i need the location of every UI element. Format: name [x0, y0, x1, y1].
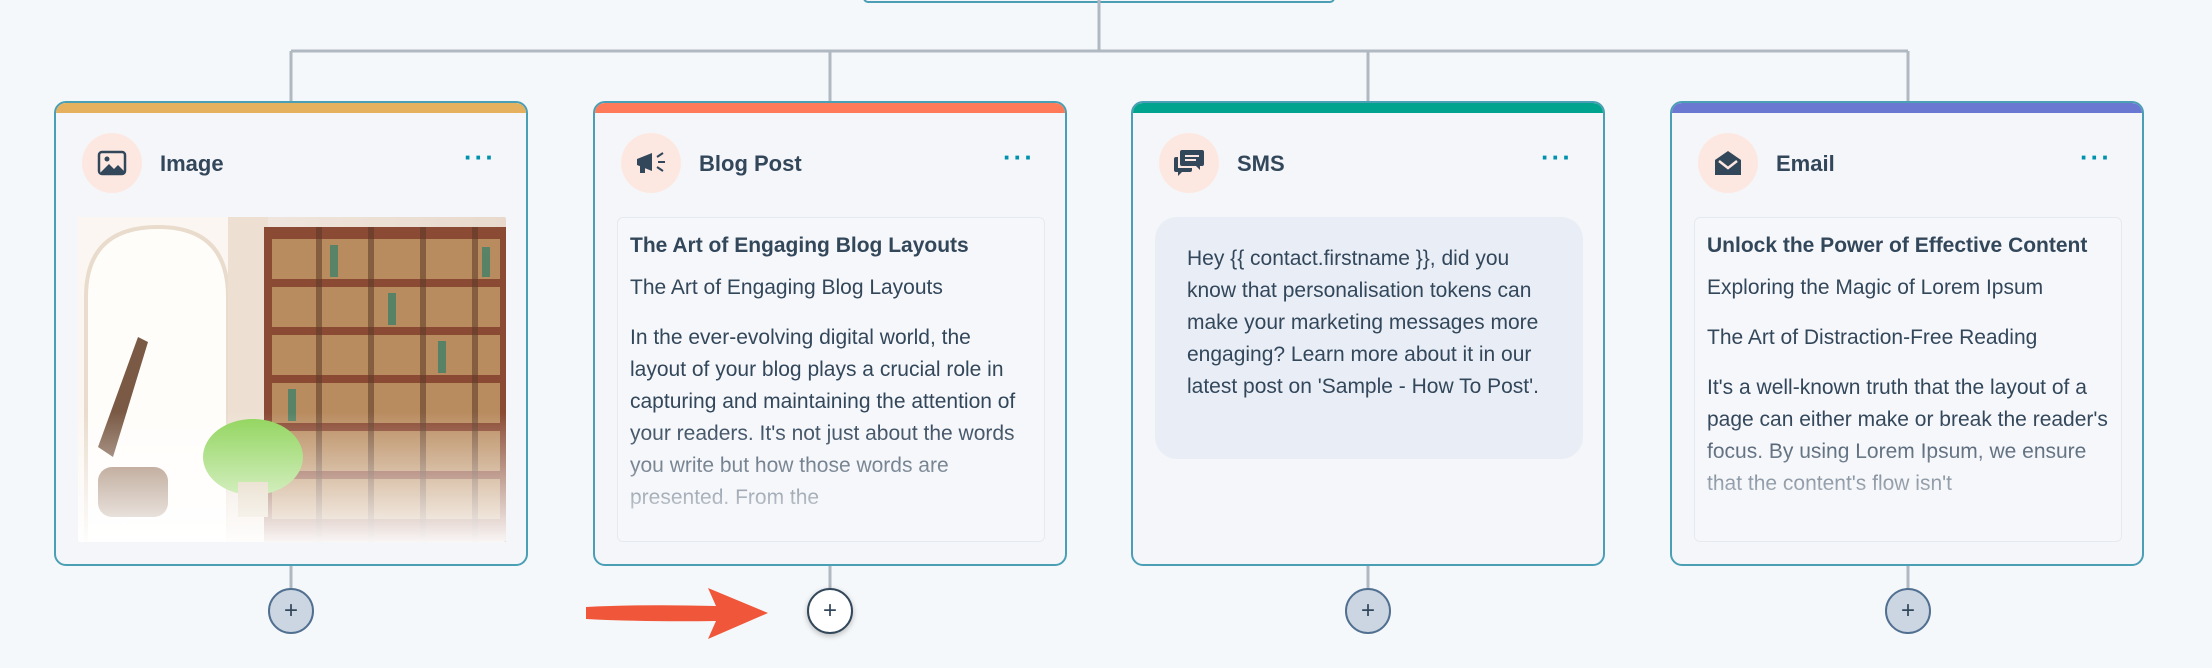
megaphone-icon — [621, 133, 681, 193]
more-options-button[interactable]: ··· — [1541, 144, 1573, 170]
chat-bubbles-icon — [1159, 133, 1219, 193]
library-image — [78, 217, 506, 542]
add-step-button[interactable]: + — [268, 588, 314, 634]
more-options-button[interactable]: ··· — [464, 144, 496, 170]
more-options-button[interactable]: ··· — [1003, 144, 1035, 170]
envelope-icon — [1698, 133, 1758, 193]
card-accent-bar — [1672, 103, 2142, 113]
email-preview: Unlock the Power of Effective Content Ex… — [1694, 217, 2122, 542]
preview-fade — [1695, 421, 2121, 541]
card-accent-bar — [595, 103, 1065, 113]
blog-subheading: The Art of Engaging Blog Layouts — [630, 276, 943, 299]
image-card[interactable]: Image ··· — [54, 101, 528, 566]
sms-message: Hey {{ contact.firstname }}, did you kno… — [1155, 217, 1583, 459]
image-icon — [82, 133, 142, 193]
email-subheading: Exploring the Magic of Lorem Ipsum — [1707, 276, 2044, 299]
blog-heading: The Art of Engaging Blog Layouts — [630, 234, 969, 257]
email-heading: Unlock the Power of Effective Content — [1707, 234, 2088, 257]
preview-fade — [618, 421, 1044, 541]
more-options-button[interactable]: ··· — [2080, 144, 2112, 170]
card-accent-bar — [56, 103, 526, 113]
card-title: Image — [160, 151, 224, 176]
sms-card[interactable]: SMS ··· Hey {{ contact.firstname }}, did… — [1131, 101, 1605, 566]
card-title: SMS — [1237, 151, 1285, 176]
email-card[interactable]: Email ··· Unlock the Power of Effective … — [1670, 101, 2144, 566]
add-step-button[interactable]: + — [1885, 588, 1931, 634]
card-title: Email — [1776, 151, 1835, 176]
card-title: Blog Post — [699, 151, 802, 176]
add-step-button[interactable]: + — [1345, 588, 1391, 634]
card-accent-bar — [1133, 103, 1603, 113]
blog-post-card[interactable]: Blog Post ··· The Art of Engaging Blog L… — [593, 101, 1067, 566]
annotation-arrow-icon — [586, 588, 768, 639]
email-subheading: The Art of Distraction-Free Reading — [1707, 326, 2038, 349]
blog-preview: The Art of Engaging Blog Layouts The Art… — [617, 217, 1045, 542]
add-step-button[interactable]: + — [807, 588, 853, 634]
